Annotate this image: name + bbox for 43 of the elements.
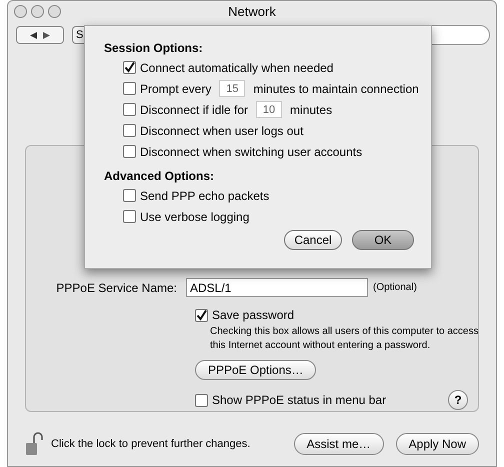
help-button[interactable]: ? bbox=[448, 390, 468, 410]
field-suffix: minutes to maintain connection bbox=[253, 80, 419, 98]
field-label: PPPoE Service Name: bbox=[55, 280, 178, 296]
minutes-field[interactable]: 10 bbox=[256, 101, 282, 118]
section-heading: Advanced Options: bbox=[104, 168, 216, 185]
checkbox[interactable] bbox=[123, 103, 136, 116]
checkbox[interactable] bbox=[123, 61, 136, 74]
window-title: Network bbox=[228, 3, 276, 22]
lock-message: Click the lock to prevent further changes. bbox=[51, 436, 250, 452]
checkbox-label[interactable]: Save password bbox=[212, 306, 294, 324]
checkbox-label[interactable]: Send PPP echo packets bbox=[140, 186, 270, 204]
back-arrow-icon bbox=[30, 32, 37, 38]
checkbox[interactable] bbox=[123, 189, 136, 202]
checkbox-label[interactable]: Use verbose logging bbox=[140, 208, 250, 226]
cancel-button[interactable]: Cancel bbox=[284, 230, 342, 250]
checkbox-label[interactable]: Disconnect when switching user accounts bbox=[140, 142, 362, 160]
minutes-field[interactable]: 15 bbox=[219, 80, 246, 97]
optional-note: (Optional) bbox=[373, 281, 417, 295]
assist-me-button[interactable]: Assist me… bbox=[294, 433, 384, 455]
section-heading: Session Options: bbox=[104, 40, 204, 57]
checkbox[interactable] bbox=[195, 394, 208, 406]
close-window-button[interactable] bbox=[14, 5, 27, 18]
description-text: Checking this box allows all users of this computer to access this Internet account without entering a password. bbox=[210, 325, 480, 353]
checkbox-label[interactable]: Disconnect if idle for bbox=[140, 100, 248, 118]
checkbox-label[interactable]: Prompt every bbox=[140, 80, 212, 98]
checkbox[interactable] bbox=[123, 210, 136, 223]
apply-now-button[interactable]: Apply Now bbox=[396, 433, 479, 455]
forward-arrow-icon bbox=[43, 32, 50, 38]
open-padlock-icon[interactable] bbox=[25, 432, 43, 456]
checkbox[interactable] bbox=[123, 124, 136, 137]
field-suffix: minutes bbox=[290, 102, 332, 118]
service-name-field[interactable]: ADSL/1 bbox=[186, 278, 368, 297]
checkbox-label[interactable]: Connect automatically when needed bbox=[140, 58, 334, 76]
pppoe-options-button[interactable]: PPPoE Options… bbox=[195, 360, 316, 380]
checkbox-label[interactable]: Disconnect when user logs out bbox=[140, 122, 304, 140]
checkbox-label[interactable]: Show PPPoE status in menu bar bbox=[212, 391, 386, 409]
checkbox[interactable] bbox=[123, 82, 136, 95]
ok-button[interactable]: OK bbox=[352, 230, 414, 250]
checkbox[interactable] bbox=[195, 308, 208, 322]
zoom-window-button[interactable] bbox=[48, 5, 61, 18]
minimize-window-button[interactable] bbox=[31, 5, 44, 18]
back-forward-buttons[interactable] bbox=[16, 26, 64, 44]
checkbox[interactable] bbox=[123, 145, 136, 158]
